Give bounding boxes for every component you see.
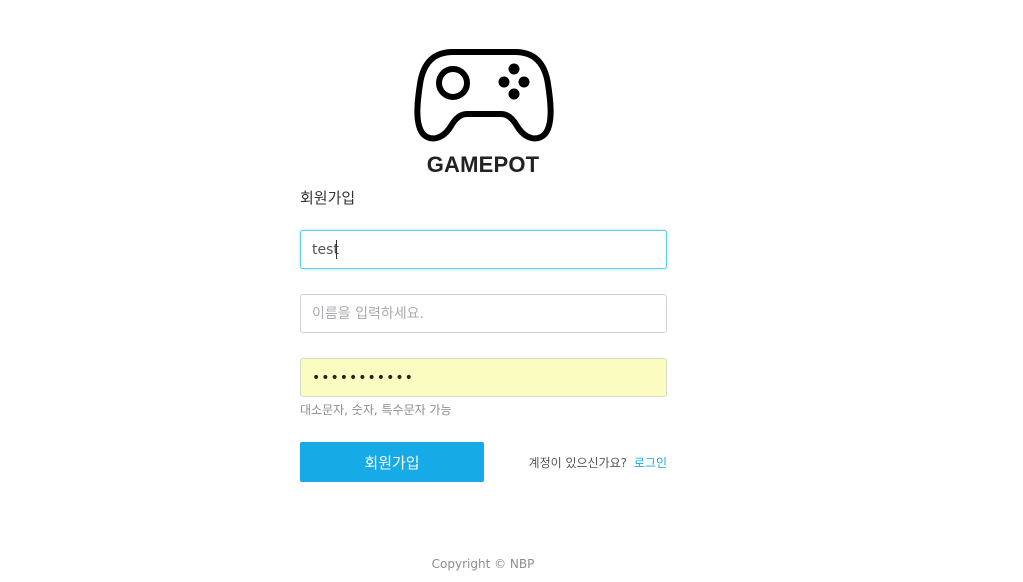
login-link[interactable]: 로그인 [634, 456, 667, 470]
login-prompt: 계정이 있으신가요? [528, 456, 628, 470]
text-caret [336, 240, 337, 259]
password-input[interactable] [300, 358, 667, 397]
brand-name: GAMEPOT [426, 152, 540, 177]
signup-page: GAMEPOT 회원가입 대소문자, 숫자, 특수문자 가능 회원가입 계정이 … [0, 0, 1023, 582]
copyright: Copyright © NBP [431, 557, 535, 571]
password-hint: 대소문자, 숫자, 특수문자 가능 [300, 403, 452, 417]
name-input[interactable] [300, 294, 667, 333]
form-title: 회원가입 [300, 189, 356, 207]
login-prompt-row: 계정이 있으신가요? 로그인 [529, 454, 667, 471]
gamepad-icon [414, 49, 554, 142]
id-input[interactable] [300, 230, 667, 269]
signup-button[interactable]: 회원가입 [300, 442, 484, 482]
